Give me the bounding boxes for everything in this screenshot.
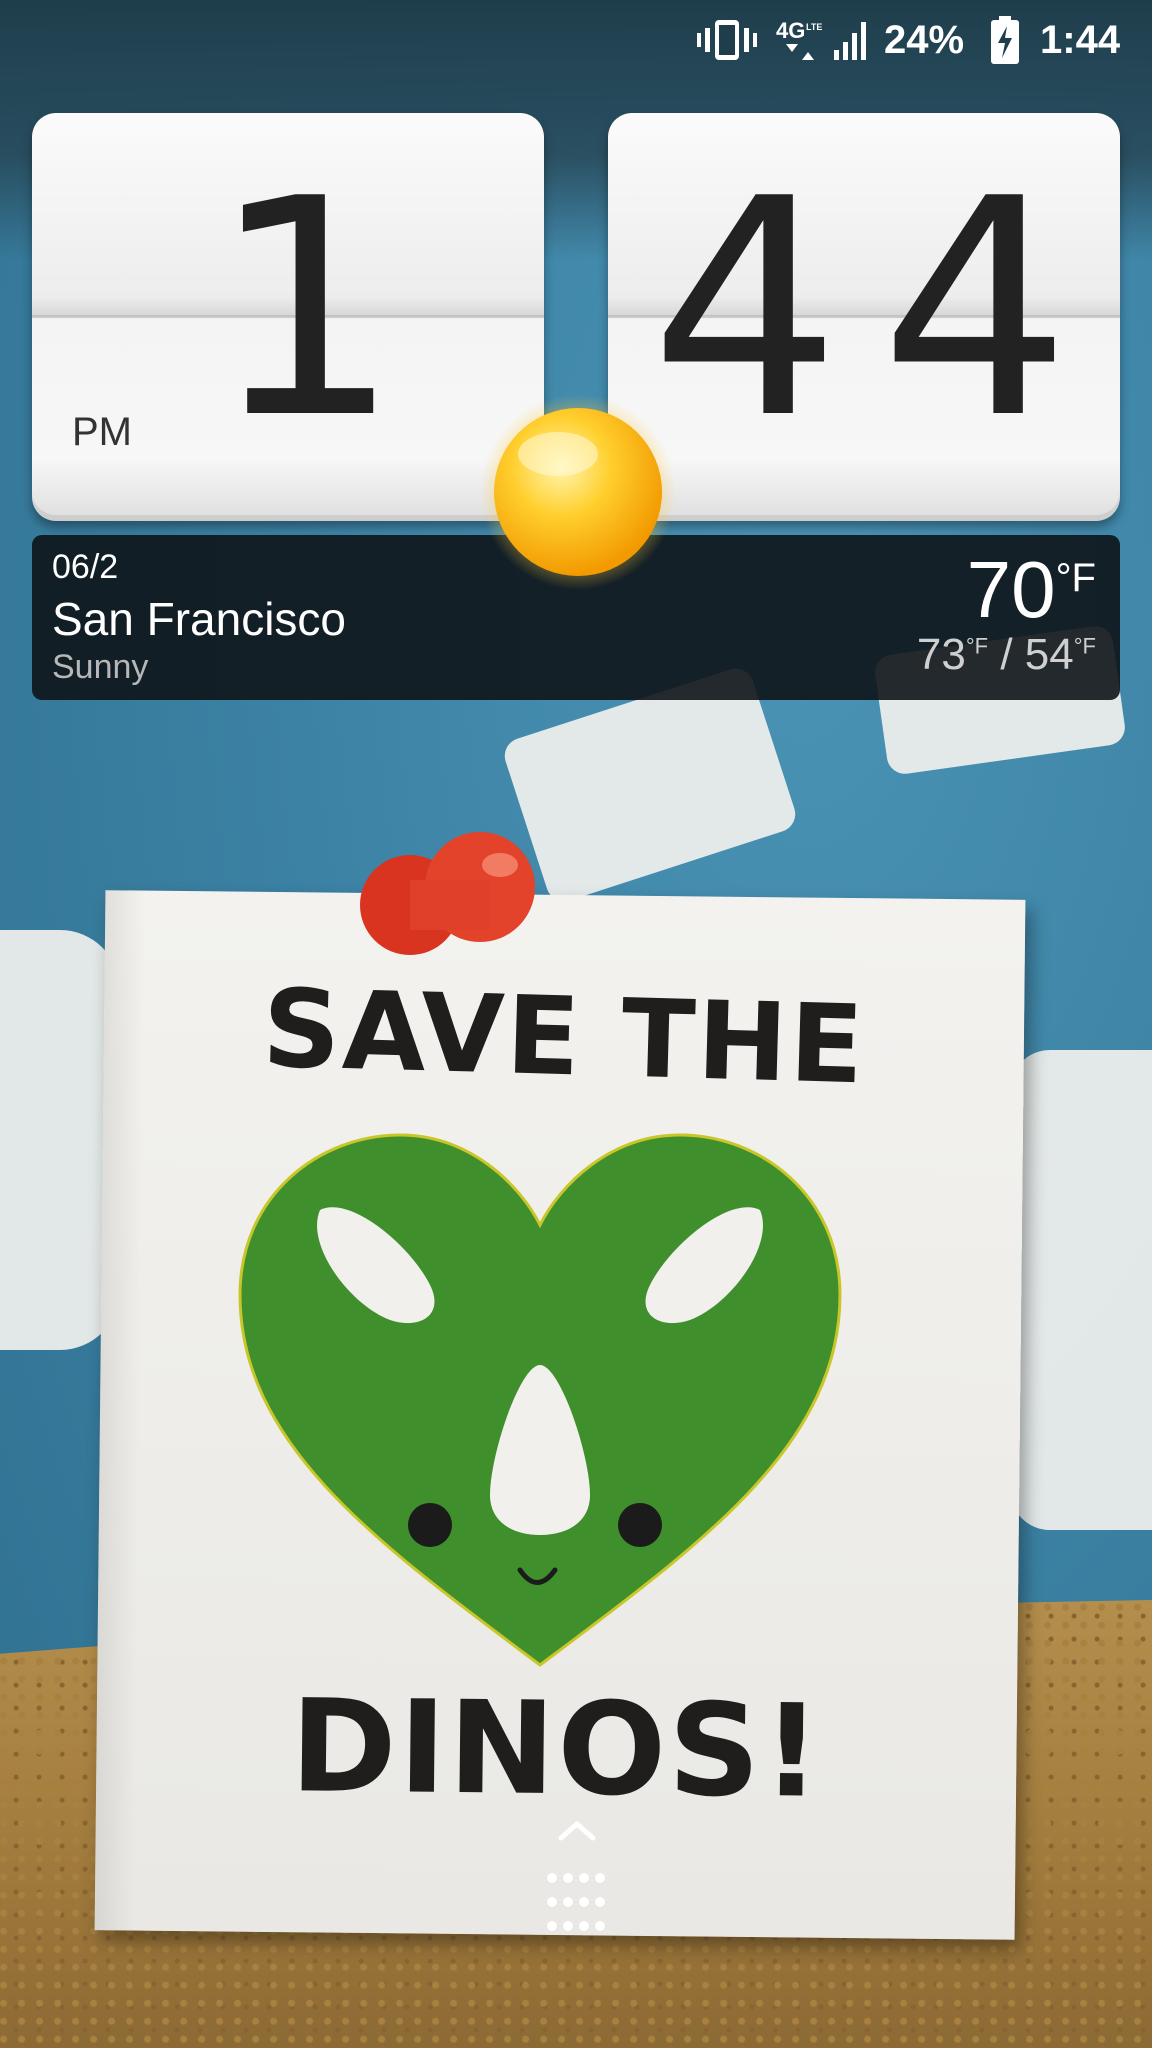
weather-high-low: 73°F / 54°F <box>917 630 1096 680</box>
clock-minute-ones-digit: 4 <box>880 135 1071 484</box>
weather-current-unit: °F <box>1055 556 1096 600</box>
svg-text:4G: 4G <box>776 18 805 43</box>
home-screen: SAVE THE DINOS! 4G LTE 24% 1:44 1 4 4 PM… <box>0 0 1152 2048</box>
battery-percent: 24% <box>884 17 965 62</box>
weather-city: San Francisco <box>52 593 347 645</box>
weather-range-separator: / <box>1000 630 1013 679</box>
clock-hour-digit: 1 <box>210 135 401 484</box>
brush-stroke <box>1010 1050 1152 1530</box>
signal-icon <box>832 14 872 66</box>
weather-low-unit: °F <box>1073 633 1096 659</box>
pushpin-icon <box>360 832 535 955</box>
weather-date: 06/2 <box>52 548 119 586</box>
dino-heart-icon <box>238 1133 842 1667</box>
weather-high-unit: °F <box>965 633 989 659</box>
network-type-icon: 4G LTE <box>776 14 824 66</box>
battery-charging-icon <box>990 14 1020 66</box>
status-bar: 4G LTE 24% 1:44 <box>0 0 1152 80</box>
clock-am-pm: PM <box>72 410 132 454</box>
vibrate-icon <box>697 14 757 66</box>
svg-text:LTE: LTE <box>806 22 822 32</box>
sun-icon <box>480 394 676 590</box>
weather-current-temp-value: 70 <box>966 545 1056 634</box>
weather-high: 73 <box>916 630 966 679</box>
poster-text-save-the: SAVE THE <box>260 966 867 1109</box>
weather-low: 54 <box>1024 630 1074 679</box>
status-time: 1:44 <box>1040 17 1121 62</box>
poster-text-dinos: DINOS! <box>289 1672 824 1827</box>
weather-condition: Sunny <box>52 648 149 686</box>
weather-current-temp: 70°F <box>967 544 1096 636</box>
app-drawer-icon[interactable] <box>544 1870 608 1934</box>
chevron-up-icon[interactable] <box>557 1820 597 1842</box>
